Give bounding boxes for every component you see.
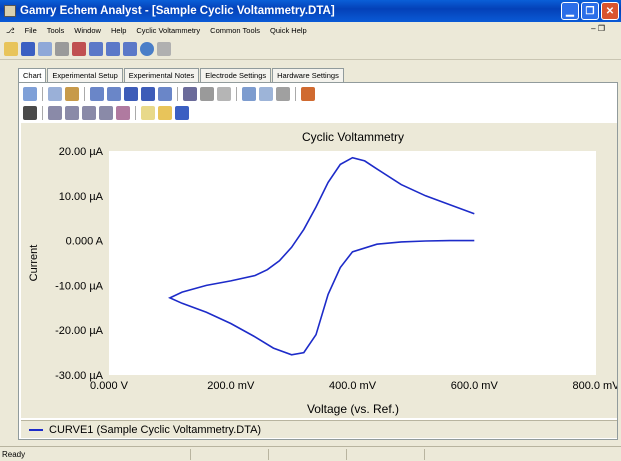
x-axis-label: Voltage (vs. Ref.) xyxy=(307,402,399,416)
cascade-icon[interactable] xyxy=(123,41,137,56)
main-toolbar xyxy=(0,38,621,60)
separator xyxy=(84,87,85,101)
select-curve-icon[interactable] xyxy=(99,106,113,120)
copy-icon[interactable] xyxy=(23,87,37,101)
title-bar: Gamry Echem Analyst - [Sample Cyclic Vol… xyxy=(0,0,621,22)
menu-file[interactable]: File xyxy=(25,26,37,35)
mdi-controls[interactable]: – ❐ xyxy=(591,24,605,33)
tab-experimental-notes[interactable]: Experimental Notes xyxy=(123,68,200,82)
select-xy-icon[interactable] xyxy=(82,106,96,120)
chart-type-icon[interactable] xyxy=(48,87,62,101)
chart-toolbar-1 xyxy=(23,85,315,103)
window-title: Gamry Echem Analyst - [Sample Cyclic Vol… xyxy=(20,5,335,17)
y-tick-label: -10.00 µA xyxy=(55,280,104,292)
separator xyxy=(135,106,136,120)
warning-icon[interactable] xyxy=(141,106,155,120)
select-x-icon[interactable] xyxy=(48,106,62,120)
report-icon[interactable] xyxy=(72,41,86,56)
x-tick-label: 200.0 mV xyxy=(207,380,255,392)
tab-experimental-setup[interactable]: Experimental Setup xyxy=(47,68,123,82)
legend-swatch xyxy=(29,428,43,431)
legend-entry-curve1: CURVE1 (Sample Cyclic Voltammetry.DTA) xyxy=(49,423,262,436)
status-bar: Ready xyxy=(0,446,621,461)
chart-area: Cyclic Voltammetry 20.00 µA 10.00 µA 0.000… xyxy=(21,123,620,418)
chart-title: Cyclic Voltammetry xyxy=(302,130,404,144)
chart-icon[interactable] xyxy=(38,41,52,56)
x-tick-labels: 0.000 V 200.0 mV 400.0 mV 600.0 mV 800.0 mV xyxy=(90,380,620,392)
data-view-icon[interactable] xyxy=(124,87,138,101)
menu-bar: ⎇ File Tools Window Help Cyclic Voltamme… xyxy=(0,22,621,38)
open-icon[interactable] xyxy=(4,41,18,56)
tab-electrode-settings[interactable]: Electrode Settings xyxy=(200,68,272,82)
minimize-button[interactable]: ▁ xyxy=(561,2,579,20)
chart-legend: CURVE1 (Sample Cyclic Voltammetry.DTA) xyxy=(21,420,617,438)
x-tick-label: 800.0 mV xyxy=(572,380,617,392)
separator xyxy=(42,106,43,120)
chart-panel: Cyclic Voltammetry 20.00 µA 10.00 µA 0.000… xyxy=(18,82,620,440)
page-icon[interactable] xyxy=(259,87,273,101)
x-tick-label: 600.0 mV xyxy=(451,380,499,392)
chart-toolbar-2 xyxy=(23,104,189,122)
x-tick-label: 0.000 V xyxy=(90,380,129,392)
menu-help[interactable]: Help xyxy=(111,26,126,35)
color-icon[interactable] xyxy=(65,87,79,101)
crosshair-icon[interactable] xyxy=(200,87,214,101)
menu-cyclic-voltammetry[interactable]: Cyclic Voltammetry xyxy=(136,26,200,35)
menu-tools[interactable]: Tools xyxy=(47,26,65,35)
x-tick-label: 400.0 mV xyxy=(329,380,377,392)
separator xyxy=(42,87,43,101)
save-icon[interactable] xyxy=(21,41,35,56)
tools-icon[interactable] xyxy=(301,87,315,101)
y-tick-label: 20.00 µA xyxy=(59,146,104,158)
y-tick-label: 0.000 A xyxy=(66,236,104,248)
tab-chart[interactable]: Chart xyxy=(18,68,47,82)
separator xyxy=(177,87,178,101)
table-icon[interactable] xyxy=(107,87,121,101)
open-file-icon[interactable] xyxy=(158,106,172,120)
y-tick-labels: 20.00 µA 10.00 µA 0.000 A -10.00 µA -20.00 µ… xyxy=(55,146,104,382)
stats-icon[interactable] xyxy=(141,87,155,101)
app-icon xyxy=(4,5,16,17)
mdi-icon: ⎇ xyxy=(6,25,15,35)
menu-quick-help[interactable]: Quick Help xyxy=(270,26,307,35)
grid-icon[interactable] xyxy=(90,87,104,101)
pan-icon[interactable] xyxy=(217,87,231,101)
plot-background xyxy=(109,151,596,375)
zoom-icon[interactable] xyxy=(242,87,256,101)
whats-this-icon[interactable] xyxy=(157,41,171,56)
status-pane-2 xyxy=(268,449,344,460)
printer-icon[interactable] xyxy=(276,87,290,101)
help-icon[interactable] xyxy=(140,41,154,56)
y-axis-label: Current xyxy=(28,245,40,282)
tab-hardware-settings[interactable]: Hardware Settings xyxy=(272,68,344,82)
tab-strip: Chart Experimental Setup Experimental No… xyxy=(18,68,345,82)
y-tick-label: -20.00 µA xyxy=(55,325,104,337)
select-y-icon[interactable] xyxy=(65,106,79,120)
status-pane-1 xyxy=(190,449,266,460)
separator xyxy=(295,87,296,101)
close-button[interactable]: ✕ xyxy=(601,2,619,20)
status-text: Ready xyxy=(2,449,26,459)
separator xyxy=(236,87,237,101)
tile-horizontal-icon[interactable] xyxy=(89,41,103,56)
binoculars-icon[interactable] xyxy=(183,87,197,101)
axis-icon[interactable] xyxy=(158,87,172,101)
y-tick-label: 10.00 µA xyxy=(59,191,104,203)
print-icon[interactable] xyxy=(55,41,69,56)
filter-icon[interactable] xyxy=(116,106,130,120)
tile-vertical-icon[interactable] xyxy=(106,41,120,56)
cv-chart[interactable]: Cyclic Voltammetry 20.00 µA 10.00 µA 0.000… xyxy=(21,123,620,418)
menu-common-tools[interactable]: Common Tools xyxy=(210,26,260,35)
restore-button[interactable]: ❐ xyxy=(581,2,599,20)
status-pane-3 xyxy=(346,449,422,460)
window-controls: ▁ ❐ ✕ xyxy=(561,2,619,20)
calculator-icon[interactable] xyxy=(23,106,37,120)
menu-window[interactable]: Window xyxy=(74,26,101,35)
status-pane-4 xyxy=(424,449,500,460)
save-file-icon[interactable] xyxy=(175,106,189,120)
